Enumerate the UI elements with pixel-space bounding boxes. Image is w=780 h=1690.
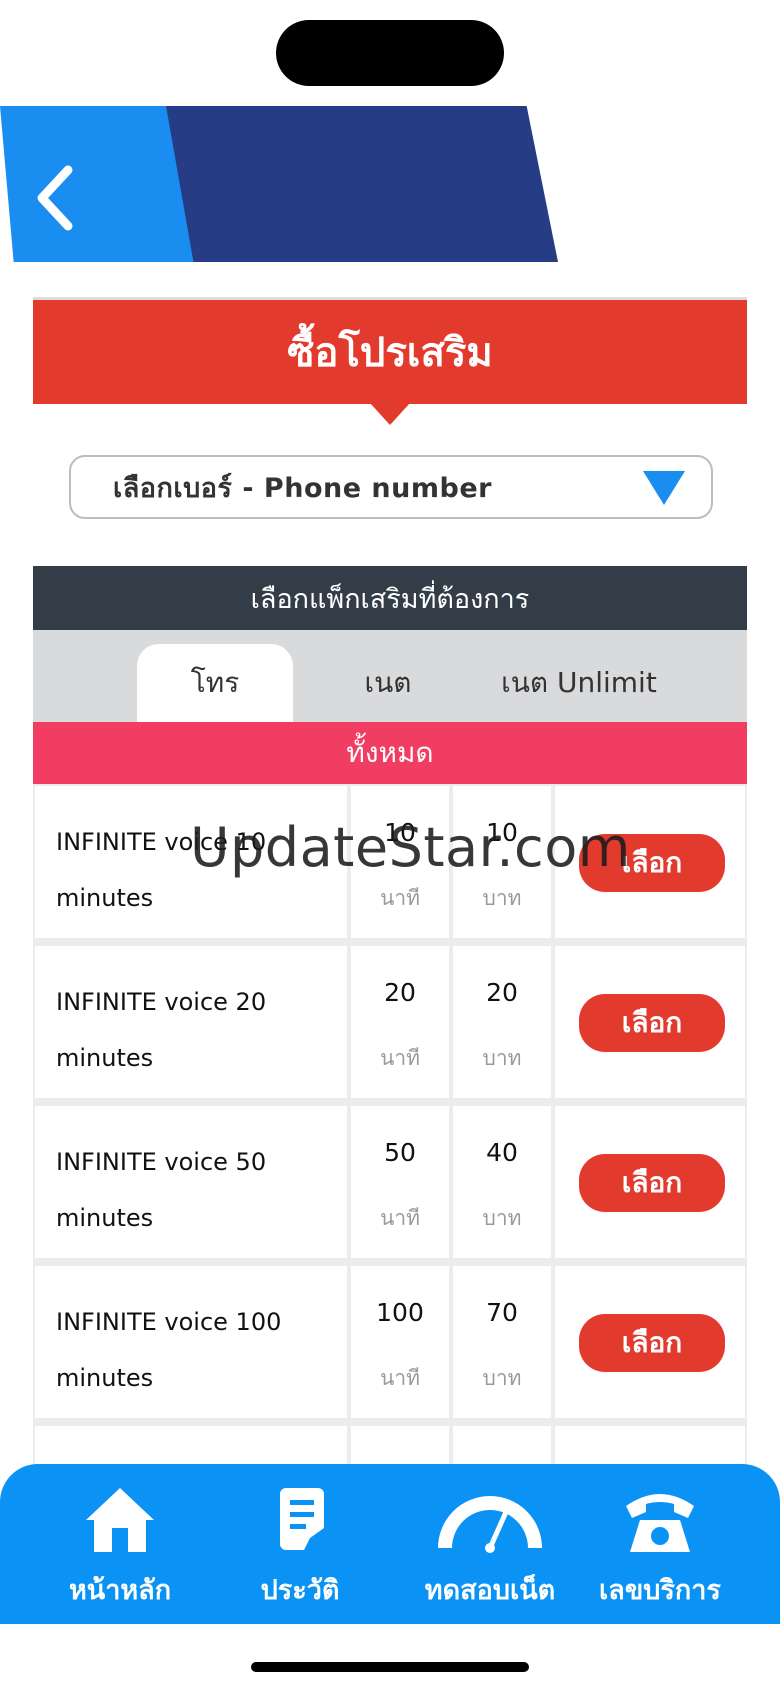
- nav-history-label: ประวัติ: [260, 1575, 340, 1606]
- back-button[interactable]: [30, 160, 90, 236]
- package-price-unit: บาท: [482, 1206, 522, 1230]
- package-price: 70: [486, 1298, 518, 1327]
- nav-speedtest-label: ทดสอบเน็ต: [424, 1575, 556, 1606]
- package-minutes-unit: นาที: [380, 1206, 420, 1230]
- package-name-cell: INFINITE voice 50 minutes: [35, 1106, 347, 1258]
- tab-internet-unlimit[interactable]: เนต Unlimit: [479, 644, 679, 722]
- select-package-button[interactable]: เลือก: [579, 994, 725, 1052]
- dropdown-arrow-icon: [643, 471, 685, 505]
- package-price-cell: 20 บาท: [453, 946, 551, 1098]
- package-minutes-cell: [351, 1426, 449, 1464]
- package-row: INFINITE voice 20 minutes 20 นาที 20 บาท…: [35, 946, 745, 1098]
- package-minutes-cell: 10 นาที: [351, 786, 449, 938]
- package-minutes-unit: นาที: [380, 1046, 420, 1070]
- package-name-cell: INFINITE voice 20 minutes: [35, 946, 347, 1098]
- package-minutes: 50: [384, 1138, 416, 1167]
- select-package-button[interactable]: เลือก: [579, 1154, 725, 1212]
- package-minutes: 20: [384, 978, 416, 1007]
- filter-all[interactable]: ทั้งหมด: [33, 722, 747, 784]
- package-price-cell: [453, 1426, 551, 1464]
- package-type-tabs: โทร เนต เนต Unlimit: [33, 630, 747, 722]
- package-name: INFINITE voice 20 minutes: [56, 988, 267, 1072]
- package-price-cell: 70 บาท: [453, 1266, 551, 1418]
- package-action-cell: เลือก: [555, 946, 745, 1098]
- bottom-navigation: หน้าหลัก ประวัติ ทดสอบเน็ต เลขบริการ: [0, 1464, 780, 1624]
- home-indicator: [251, 1662, 529, 1672]
- tab-internet-unlimit-label: เนต Unlimit: [501, 666, 657, 699]
- package-minutes: 100: [376, 1298, 424, 1327]
- package-row-partial: [35, 1426, 745, 1464]
- package-minutes: 10: [384, 818, 416, 847]
- package-name-cell: INFINITE voice 100 minutes: [35, 1266, 347, 1418]
- package-price: 40: [486, 1138, 518, 1167]
- chevron-left-icon: [37, 165, 73, 231]
- package-minutes-cell: 50 นาที: [351, 1106, 449, 1258]
- home-icon: [86, 1488, 154, 1552]
- title-pointer: [370, 403, 410, 425]
- package-name: INFINITE voice 10 minutes: [56, 828, 267, 912]
- package-action-cell: เลือก: [555, 1266, 745, 1418]
- package-name-cell: [35, 1426, 347, 1464]
- speedometer-icon: [438, 1496, 542, 1553]
- package-price: 10: [486, 818, 518, 847]
- header-banner-navy: [166, 106, 558, 262]
- tab-voice[interactable]: โทร: [137, 644, 293, 722]
- package-minutes-cell: 20 นาที: [351, 946, 449, 1098]
- package-name: INFINITE voice 50 minutes: [56, 1148, 267, 1232]
- nav-service-number[interactable]: เลขบริการ: [590, 1482, 730, 1612]
- phone-icon: [626, 1494, 694, 1552]
- package-action-cell: เลือก: [555, 786, 745, 938]
- select-package-button[interactable]: เลือก: [579, 834, 725, 892]
- select-package-button[interactable]: เลือก: [579, 1314, 725, 1372]
- package-price-unit: บาท: [482, 1366, 522, 1390]
- package-minutes-cell: 100 นาที: [351, 1266, 449, 1418]
- nav-history[interactable]: ประวัติ: [240, 1482, 360, 1612]
- page-title: ซื้อโปรเสริม: [33, 300, 747, 404]
- nav-service-number-label: เลขบริการ: [599, 1575, 721, 1606]
- package-price-unit: บาท: [482, 1046, 522, 1070]
- package-price-cell: 40 บาท: [453, 1106, 551, 1258]
- package-action-cell: เลือก: [555, 1106, 745, 1258]
- package-name: INFINITE voice 100 minutes: [56, 1308, 282, 1392]
- package-row: INFINITE voice 100 minutes 100 นาที 70 บ…: [35, 1266, 745, 1418]
- package-price-unit: บาท: [482, 886, 522, 910]
- package-row: INFINITE voice 50 minutes 50 นาที 40 บาท…: [35, 1106, 745, 1258]
- tab-internet[interactable]: เนต: [313, 644, 463, 722]
- package-price: 20: [486, 978, 518, 1007]
- phone-number-select-label: เลือกเบอร์ - Phone number: [113, 472, 492, 504]
- package-action-cell: [555, 1426, 745, 1464]
- tab-internet-label: เนต: [364, 666, 412, 699]
- tab-voice-label: โทร: [190, 666, 240, 699]
- package-minutes-unit: นาที: [380, 886, 420, 910]
- nav-speedtest[interactable]: ทดสอบเน็ต: [410, 1482, 570, 1612]
- section-title: เลือกแพ็กเสริมที่ต้องการ: [33, 566, 747, 630]
- package-name-cell: INFINITE voice 10 minutes: [35, 786, 347, 938]
- nav-home[interactable]: หน้าหลัก: [60, 1482, 180, 1612]
- package-row: INFINITE voice 10 minutes 10 นาที 10 บาท…: [35, 786, 745, 938]
- nav-home-label: หน้าหลัก: [68, 1575, 172, 1606]
- package-minutes-unit: นาที: [380, 1366, 420, 1390]
- phone-number-select[interactable]: เลือกเบอร์ - Phone number: [69, 455, 713, 519]
- history-icon: [280, 1488, 324, 1550]
- package-list: INFINITE voice 10 minutes 10 นาที 10 บาท…: [33, 784, 747, 1464]
- device-notch: [276, 20, 504, 86]
- package-price-cell: 10 บาท: [453, 786, 551, 938]
